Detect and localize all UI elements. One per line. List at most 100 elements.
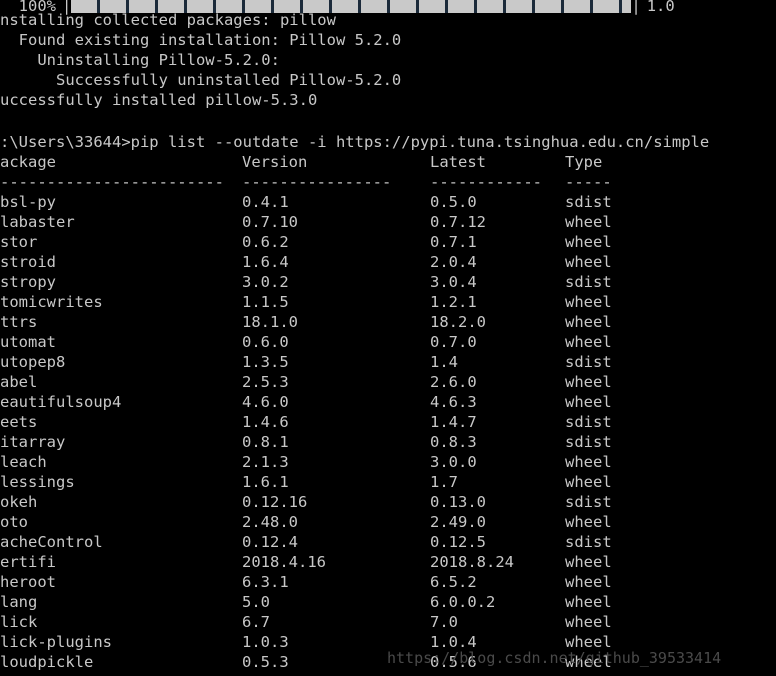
package-type-cell: wheel (565, 393, 612, 411)
latest-version-cell: 2018.8.24 (430, 553, 514, 571)
separator-type: ----- (565, 173, 612, 191)
package-type-cell: sdist (565, 413, 612, 431)
package-type-cell: sdist (565, 433, 612, 451)
current-version-cell: 6.3.1 (242, 573, 289, 591)
latest-version-cell: 2.0.4 (430, 253, 477, 271)
column-header-package: ackage (0, 153, 56, 171)
package-type-cell: wheel (565, 333, 612, 351)
latest-version-cell: 1.4 (430, 353, 458, 371)
package-type-cell: wheel (565, 233, 612, 251)
current-version-cell: 1.1.5 (242, 293, 289, 311)
latest-version-cell: 0.5.0 (430, 193, 477, 211)
table-separator-row: ------------------------ ---------------… (0, 172, 776, 192)
package-type-cell: sdist (565, 353, 612, 371)
table-row: loudpickle 0.5.3 0.5.6 wheel (0, 652, 776, 672)
current-version-cell: 1.6.4 (242, 253, 289, 271)
package-name-cell: bsl-py (0, 193, 56, 211)
package-name-cell: utopep8 (0, 353, 66, 371)
package-type-cell: wheel (565, 313, 612, 331)
table-row: oto 2.48.0 2.49.0 wheel (0, 512, 776, 532)
latest-version-cell: 6.5.2 (430, 573, 477, 591)
current-version-cell: 0.5.3 (242, 653, 289, 671)
current-version-cell: 4.6.0 (242, 393, 289, 411)
output-line: Found existing installation: Pillow 5.2.… (0, 31, 402, 49)
command-prompt-line[interactable]: :\Users\33644>pip list --outdate -i http… (0, 132, 776, 152)
latest-version-cell: 7.0 (430, 613, 458, 631)
latest-version-cell: 1.0.4 (430, 633, 477, 651)
latest-version-cell: 2.6.0 (430, 373, 477, 391)
current-version-cell: 0.12.4 (242, 533, 298, 551)
package-name-cell: lick (0, 613, 38, 631)
latest-version-cell: 0.8.3 (430, 433, 477, 451)
current-version-cell: 5.0 (242, 593, 270, 611)
current-version-cell: 0.6.2 (242, 233, 289, 251)
terminal-window[interactable]: 100% | | 1.0 nstalling collected package… (0, 0, 776, 676)
package-name-cell: leach (0, 453, 47, 471)
table-row: itarray 0.8.1 0.8.3 sdist (0, 432, 776, 452)
current-version-cell: 2.48.0 (242, 513, 298, 531)
package-type-cell: wheel (565, 653, 612, 671)
current-version-cell: 1.3.5 (242, 353, 289, 371)
package-name-cell: loudpickle (0, 653, 94, 671)
latest-version-cell: 0.5.6 (430, 653, 477, 671)
latest-version-cell: 3.0.4 (430, 273, 477, 291)
output-line: nstalling collected packages: pillow (0, 11, 336, 29)
package-name-cell: stor (0, 233, 38, 251)
package-name-cell: ertifi (0, 553, 56, 571)
package-type-cell: wheel (565, 513, 612, 531)
column-header-type: Type (565, 153, 603, 171)
package-type-cell: sdist (565, 533, 612, 551)
package-name-cell: heroot (0, 573, 56, 591)
current-version-cell: 0.12.16 (242, 493, 308, 511)
package-name-cell: ttrs (0, 313, 38, 331)
table-header-row: ackage Version Latest Type (0, 152, 776, 172)
current-version-cell: 0.8.1 (242, 433, 289, 451)
package-type-cell: wheel (565, 213, 612, 231)
table-row: lessings 1.6.1 1.7 wheel (0, 472, 776, 492)
package-name-cell: tomicwrites (0, 293, 103, 311)
package-type-cell: wheel (565, 473, 612, 491)
latest-version-cell: 0.7.1 (430, 233, 477, 251)
separator-version: ---------------- (242, 173, 392, 191)
table-row: stropy 3.0.2 3.0.4 sdist (0, 272, 776, 292)
package-name-cell: lick-plugins (0, 633, 112, 651)
package-type-cell: wheel (565, 453, 612, 471)
latest-version-cell: 1.4.7 (430, 413, 477, 431)
table-row: okeh 0.12.16 0.13.0 sdist (0, 492, 776, 512)
package-name-cell: labaster (0, 213, 75, 231)
package-type-cell: wheel (565, 373, 612, 391)
table-row: lang 5.0 6.0.0.2 wheel (0, 592, 776, 612)
current-version-cell: 0.7.10 (242, 213, 298, 231)
package-type-cell: wheel (565, 593, 612, 611)
package-name-cell: eautifulsoup4 (0, 393, 122, 411)
package-name-cell: itarray (0, 433, 66, 451)
output-line: Successfully uninstalled Pillow-5.2.0 (0, 71, 402, 89)
separator-package: ------------------------ (0, 173, 224, 191)
package-name-cell: stropy (0, 273, 56, 291)
package-name-cell: lang (0, 593, 38, 611)
table-row: lick 6.7 7.0 wheel (0, 612, 776, 632)
latest-version-cell: 0.13.0 (430, 493, 486, 511)
current-version-cell: 2.1.3 (242, 453, 289, 471)
latest-version-cell: 3.0.0 (430, 453, 477, 471)
table-row: utopep8 1.3.5 1.4 sdist (0, 352, 776, 372)
table-row: lick-plugins 1.0.3 1.0.4 wheel (0, 632, 776, 652)
output-line: uccessfully installed pillow-5.3.0 (0, 91, 318, 109)
package-name-cell: okeh (0, 493, 38, 511)
latest-version-cell: 18.2.0 (430, 313, 486, 331)
package-name-cell: lessings (0, 473, 75, 491)
latest-version-cell: 0.12.5 (430, 533, 486, 551)
package-type-cell: wheel (565, 613, 612, 631)
package-type-cell: sdist (565, 193, 612, 211)
table-row: heroot 6.3.1 6.5.2 wheel (0, 572, 776, 592)
table-row: utomat 0.6.0 0.7.0 wheel (0, 332, 776, 352)
latest-version-cell: 1.7 (430, 473, 458, 491)
package-name-cell: eets (0, 413, 38, 431)
package-type-cell: wheel (565, 253, 612, 271)
current-version-cell: 3.0.2 (242, 273, 289, 291)
package-type-cell: sdist (565, 493, 612, 511)
latest-version-cell: 0.7.0 (430, 333, 477, 351)
separator-latest: ------------ (430, 173, 542, 191)
current-version-cell: 0.6.0 (242, 333, 289, 351)
column-header-latest: Latest (430, 153, 486, 171)
